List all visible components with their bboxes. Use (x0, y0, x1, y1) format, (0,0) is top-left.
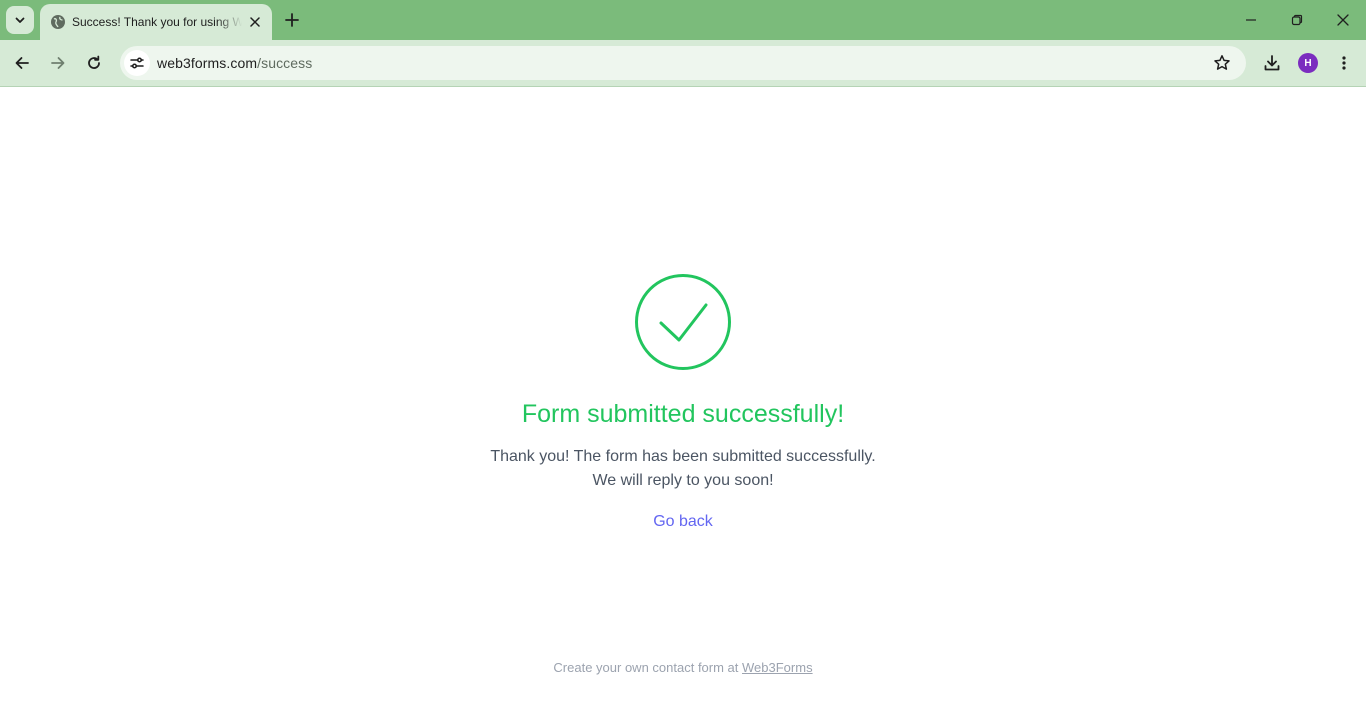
close-window-button[interactable] (1329, 6, 1357, 34)
minimize-button[interactable] (1237, 6, 1265, 34)
message-line-1: Thank you! The form has been submitted s… (490, 448, 876, 465)
tab-close-button[interactable] (246, 13, 264, 31)
profile-avatar[interactable]: H (1298, 53, 1318, 73)
new-tab-button[interactable] (280, 8, 304, 32)
downloads-button[interactable] (1258, 49, 1286, 77)
forward-button[interactable] (44, 49, 72, 77)
web3forms-link[interactable]: Web3Forms (742, 660, 813, 675)
reload-button[interactable] (80, 49, 108, 77)
message-line-2: We will reply to you soon! (592, 472, 774, 489)
restore-button[interactable] (1283, 6, 1311, 34)
plus-icon (285, 13, 299, 27)
footer: Create your own contact form at Web3Form… (0, 660, 1366, 675)
tab-title: Success! Thank you for using Web3Forms (72, 15, 242, 29)
tab-strip: Success! Thank you for using Web3Forms (0, 0, 1366, 40)
footer-text: Create your own contact form at (553, 660, 743, 675)
close-icon (250, 17, 260, 27)
chevron-down-icon (15, 17, 25, 23)
url-path: /success (257, 55, 313, 71)
confirmation-message: Thank you! The form has been submitted s… (0, 445, 1366, 493)
go-back-container: Go back (0, 513, 1366, 531)
arrow-right-icon (51, 57, 65, 69)
minimize-icon (1246, 19, 1256, 21)
url-text[interactable]: web3forms.com/success (157, 55, 312, 71)
download-icon (1264, 55, 1280, 71)
tune-icon (130, 57, 144, 69)
globe-icon (50, 14, 66, 30)
browser-menu-button[interactable] (1330, 49, 1358, 77)
site-info-button[interactable] (124, 50, 150, 76)
browser-tab-active[interactable]: Success! Thank you for using Web3Forms (40, 4, 272, 40)
go-back-link[interactable]: Go back (653, 513, 713, 530)
page-content: Form submitted successfully! Thank you! … (0, 87, 1366, 716)
bookmark-button[interactable] (1210, 51, 1234, 75)
close-icon (1337, 14, 1349, 26)
tab-search-button[interactable] (6, 6, 34, 34)
back-button[interactable] (8, 49, 36, 77)
more-vertical-icon (1342, 56, 1346, 70)
address-bar[interactable]: web3forms.com/success (120, 46, 1246, 80)
reload-icon (88, 55, 100, 69)
page-title: Form submitted successfully! (521, 400, 845, 428)
url-host: web3forms.com (157, 55, 258, 71)
restore-icon (1291, 14, 1303, 26)
arrow-left-icon (15, 57, 29, 69)
star-icon (1214, 55, 1230, 70)
check-circle-icon (635, 274, 731, 370)
browser-toolbar: web3forms.com/success H (0, 40, 1366, 87)
